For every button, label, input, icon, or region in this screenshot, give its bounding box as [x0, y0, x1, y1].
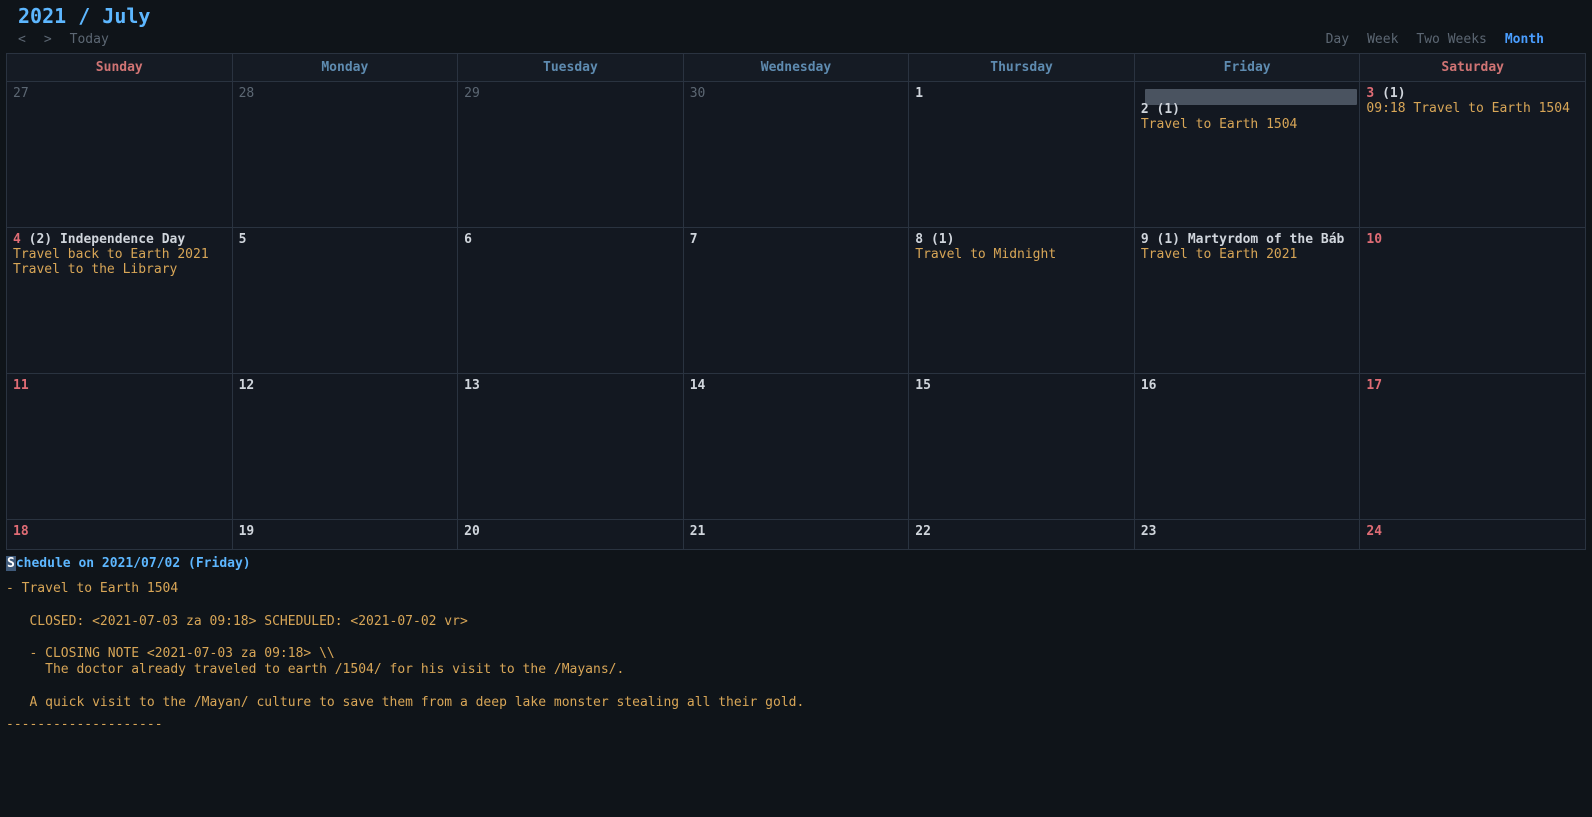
- day-number: 8: [915, 232, 923, 247]
- day-number: 1: [915, 86, 923, 101]
- day-number: 7: [690, 232, 698, 247]
- day-number: 29: [464, 86, 480, 101]
- calendar-cell[interactable]: 16: [1135, 374, 1361, 520]
- calendar-cell[interactable]: 10: [1360, 228, 1586, 374]
- day-header: Wednesday: [684, 54, 910, 82]
- today-button[interactable]: Today: [70, 32, 109, 47]
- schedule-details: Schedule on 2021/07/02 (Friday) - Travel…: [0, 550, 1592, 736]
- day-number: 22: [915, 524, 931, 539]
- day-number: 21: [690, 524, 706, 539]
- calendar-event[interactable]: Travel back to Earth 2021: [13, 247, 226, 262]
- divider: --------------------: [6, 711, 1584, 732]
- calendar-cell[interactable]: 7: [684, 228, 910, 374]
- calendar-cell[interactable]: 17: [1360, 374, 1586, 520]
- day-number: 18: [13, 524, 29, 539]
- event-count: (1): [1157, 102, 1180, 117]
- calendar-cell[interactable]: 24: [1360, 520, 1586, 550]
- event-count: (1): [1157, 232, 1180, 247]
- day-number: 11: [13, 378, 29, 393]
- calendar-cell[interactable]: 18: [7, 520, 233, 550]
- day-number: 20: [464, 524, 480, 539]
- calendar-cell[interactable]: 9 (1) Martyrdom of the BábTravel to Eart…: [1135, 228, 1361, 374]
- day-number: 12: [239, 378, 255, 393]
- day-number: 6: [464, 232, 472, 247]
- calendar-cell[interactable]: 14: [684, 374, 910, 520]
- day-number: 24: [1366, 524, 1382, 539]
- day-number: 16: [1141, 378, 1157, 393]
- day-number: 9: [1141, 232, 1149, 247]
- event-count: (2): [29, 232, 52, 247]
- calendar-cell[interactable]: 12: [233, 374, 459, 520]
- calendar-cell[interactable]: 4 (2) Independence DayTravel back to Ear…: [7, 228, 233, 374]
- calendar-cell[interactable]: 13: [458, 374, 684, 520]
- day-number: 19: [239, 524, 255, 539]
- prev-button[interactable]: <: [18, 32, 26, 47]
- day-header: Tuesday: [458, 54, 684, 82]
- calendar-cell[interactable]: 20: [458, 520, 684, 550]
- calendar-cell[interactable]: 11: [7, 374, 233, 520]
- cursor: S: [6, 556, 16, 571]
- calendar-event[interactable]: Travel to Earth 2021: [1141, 247, 1354, 262]
- view-two-weeks[interactable]: Two Weeks: [1416, 32, 1486, 47]
- day-header: Saturday: [1360, 54, 1586, 82]
- day-number: 2: [1141, 102, 1149, 117]
- calendar-cell[interactable]: 22: [909, 520, 1135, 550]
- holiday-label: Martyrdom of the Báb: [1188, 232, 1345, 247]
- next-button[interactable]: >: [44, 32, 52, 47]
- day-number: 4: [13, 232, 21, 247]
- calendar-cell[interactable]: 30: [684, 82, 910, 228]
- calendar-event[interactable]: Travel to Earth 1504: [1141, 117, 1354, 132]
- view-day[interactable]: Day: [1326, 32, 1349, 47]
- day-header: Monday: [233, 54, 459, 82]
- day-number: 15: [915, 378, 931, 393]
- calendar-cell[interactable]: 19: [233, 520, 459, 550]
- day-number: 17: [1366, 378, 1382, 393]
- day-number: 30: [690, 86, 706, 101]
- view-week[interactable]: Week: [1367, 32, 1398, 47]
- calendar-cell[interactable]: 21: [684, 520, 910, 550]
- holiday-label: Independence Day: [60, 232, 185, 247]
- calendar-cell[interactable]: 2 (1)Travel to Earth 1504: [1135, 82, 1361, 228]
- page-title: 2021 / July: [18, 4, 1584, 28]
- calendar-cell[interactable]: 15: [909, 374, 1135, 520]
- calendar-event[interactable]: Travel to the Library: [13, 262, 226, 277]
- day-header: Thursday: [909, 54, 1135, 82]
- day-header: Sunday: [7, 54, 233, 82]
- day-number: 3: [1366, 86, 1374, 101]
- calendar-event[interactable]: 09:18 Travel to Earth 1504: [1366, 101, 1579, 116]
- day-number: 13: [464, 378, 480, 393]
- day-header: Friday: [1135, 54, 1361, 82]
- calendar-cell[interactable]: 28: [233, 82, 459, 228]
- event-count: (1): [1382, 86, 1405, 101]
- day-number: 14: [690, 378, 706, 393]
- calendar-cell[interactable]: 6: [458, 228, 684, 374]
- calendar-cell[interactable]: 29: [458, 82, 684, 228]
- calendar-cell[interactable]: 27: [7, 82, 233, 228]
- day-number: 23: [1141, 524, 1157, 539]
- calendar-cell[interactable]: 3 (1)09:18 Travel to Earth 1504: [1360, 82, 1586, 228]
- day-number: 27: [13, 86, 29, 101]
- schedule-body: - Travel to Earth 1504 CLOSED: <2021-07-…: [6, 571, 1584, 711]
- day-number: 5: [239, 232, 247, 247]
- day-number: 10: [1366, 232, 1382, 247]
- event-count: (1): [931, 232, 954, 247]
- calendar-cell[interactable]: 23: [1135, 520, 1361, 550]
- calendar-cell[interactable]: 8 (1)Travel to Midnight: [909, 228, 1135, 374]
- schedule-heading: Schedule on 2021/07/02 (Friday): [6, 556, 1584, 571]
- day-number: 28: [239, 86, 255, 101]
- calendar-event[interactable]: Travel to Midnight: [915, 247, 1128, 262]
- view-month[interactable]: Month: [1505, 32, 1544, 47]
- calendar-cell[interactable]: 1: [909, 82, 1135, 228]
- calendar-cell[interactable]: 5: [233, 228, 459, 374]
